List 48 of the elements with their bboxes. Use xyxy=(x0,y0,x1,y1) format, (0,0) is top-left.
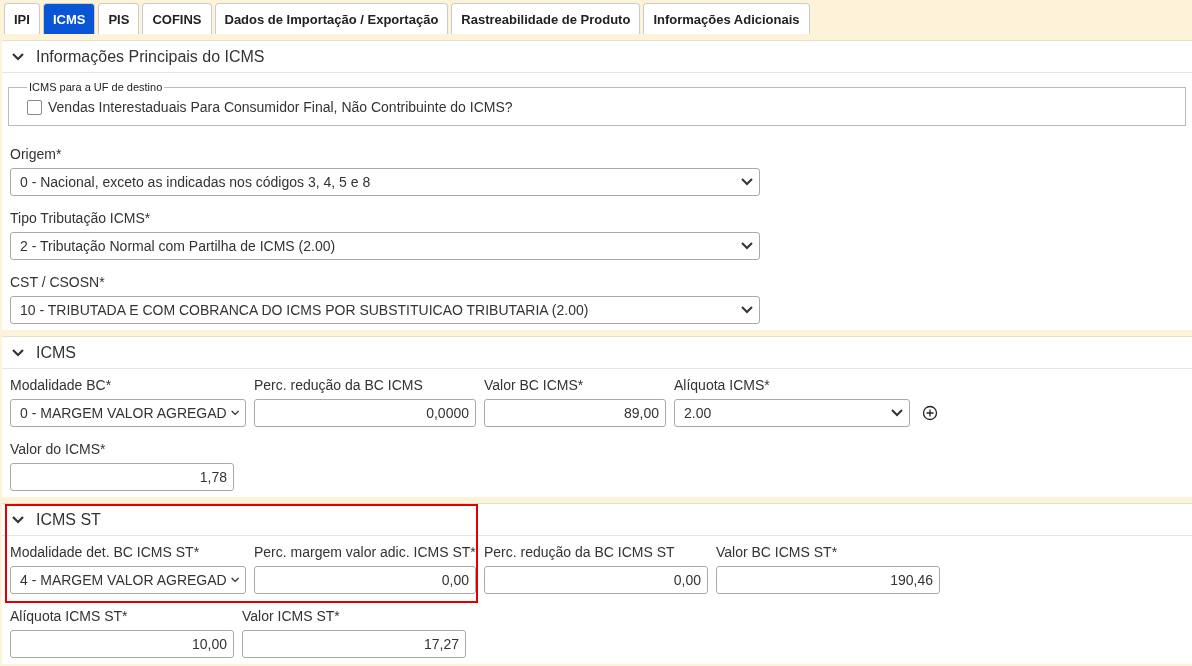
select-field[interactable]: 2 - Tributação Normal com Partilha de ICMS (2.00) xyxy=(10,232,760,260)
input-field[interactable]: 190,46 xyxy=(716,566,940,594)
select-field[interactable]: 0 - Nacional, exceto as indicadas nos códigos 3, 4, 5 e 8 xyxy=(10,168,760,196)
caret-icon xyxy=(891,409,903,417)
input-field[interactable]: 0,00 xyxy=(254,566,476,594)
field-label: Perc. redução da BC ICMS xyxy=(254,377,424,393)
input-field[interactable]: 10,00 xyxy=(10,630,234,658)
tab[interactable]: Dados de Importação / Exportação xyxy=(214,3,449,34)
select-field[interactable]: 4 - MARGEM VALOR AGREGAD xyxy=(10,566,246,594)
caret-icon xyxy=(230,409,239,417)
input-field[interactable]: 89,00 xyxy=(484,399,666,427)
input-field[interactable]: 1,78 xyxy=(10,463,234,491)
caret-icon xyxy=(741,178,753,186)
field-label: Perc. redução da BC ICMS ST xyxy=(484,544,676,560)
checkbox[interactable] xyxy=(27,99,42,115)
tab[interactable]: IPI xyxy=(4,3,40,34)
caret-icon xyxy=(741,242,753,250)
caret-icon xyxy=(741,306,753,314)
field-label: Alíquota ICMS* xyxy=(674,377,771,393)
caret-icon xyxy=(230,576,239,584)
field-label: CST / CSOSN* xyxy=(10,274,106,290)
tab[interactable]: PIS xyxy=(98,3,140,34)
chevron-icon xyxy=(12,515,24,524)
tab[interactable]: COFINS xyxy=(142,3,212,34)
tab[interactable]: ICMS xyxy=(42,3,96,34)
field-label: Origem* xyxy=(10,146,63,162)
fieldset-legend: ICMS para a UF de destino xyxy=(27,81,165,93)
field-label: Modalidade BC* xyxy=(10,377,113,393)
field-label: Valor ICMS ST* xyxy=(242,608,341,624)
chevron-icon xyxy=(12,52,24,61)
select-field[interactable]: 2.00 xyxy=(674,399,910,427)
field-label: Valor BC ICMS ST* xyxy=(716,544,839,560)
select-field[interactable]: 0 - MARGEM VALOR AGREGAD xyxy=(10,399,246,427)
tab[interactable]: Rastreabilidade de Produto xyxy=(451,3,641,34)
field-label: Modalidade det. BC ICMS ST* xyxy=(10,544,201,560)
tab[interactable]: Informações Adicionais xyxy=(643,3,810,34)
field-label: Alíquota ICMS ST* xyxy=(10,608,129,624)
checkbox-label: Vendas Interestaduais Para Consumidor Final, Não Contribuinte do ICMS? xyxy=(48,99,513,115)
chevron-icon xyxy=(12,348,24,357)
input-field[interactable]: 0,0000 xyxy=(254,399,476,427)
add-icon[interactable] xyxy=(922,405,938,421)
field-label: Valor do ICMS* xyxy=(10,441,107,457)
input-field[interactable]: 0,00 xyxy=(484,566,708,594)
field-label: Perc. margem valor adic. ICMS ST* xyxy=(254,544,476,560)
select-field[interactable]: 10 - TRIBUTADA E COM COBRANCA DO ICMS POR SUBSTITUICAO TRIBUTARIA (2.00) xyxy=(10,296,760,324)
field-label: Tipo Tributação ICMS* xyxy=(10,210,152,226)
field-label: Valor BC ICMS* xyxy=(484,377,585,393)
input-field[interactable]: 17,27 xyxy=(242,630,466,658)
